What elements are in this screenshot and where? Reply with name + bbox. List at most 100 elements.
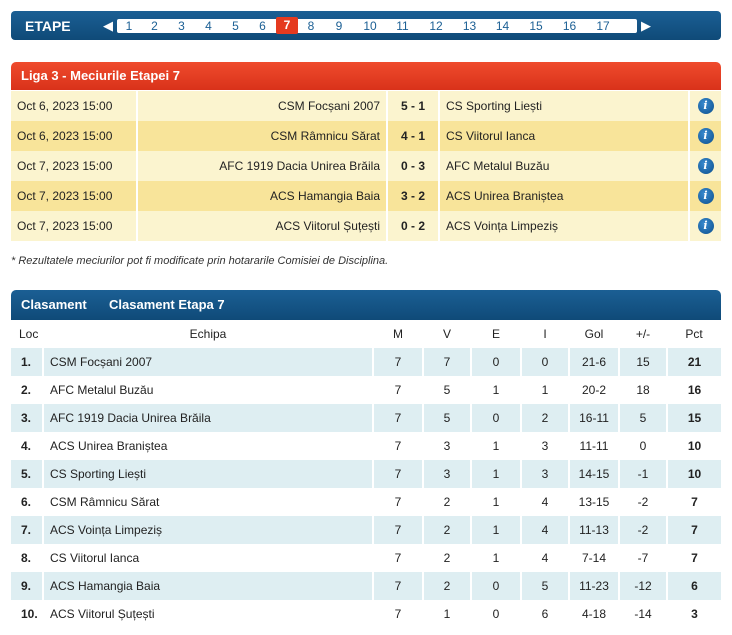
match-score: 0 - 3 — [387, 151, 440, 181]
match-score: 0 - 2 — [387, 211, 440, 241]
round-selector: 1 2 3 4 5 6 7 8 9 10 11 12 13 14 15 16 17 — [117, 17, 637, 34]
home-team: CSM Râmnicu Sărat — [137, 121, 388, 151]
round-6[interactable]: 6 — [249, 19, 276, 33]
home-team: ACS Viitorul Șuțești — [137, 211, 388, 241]
round-4[interactable]: 4 — [195, 19, 222, 33]
disclaimer-note: * Rezultatele meciurilor pot fi modifica… — [11, 255, 389, 267]
standings-row: 3. AFC 1919 Dacia Unirea Brăila 7 5 0 2 16-11 5… — [11, 404, 721, 432]
standings-played: 7 — [373, 600, 424, 628]
info-icon[interactable]: i — [697, 188, 714, 204]
home-team: ACS Hamangia Baia — [137, 181, 388, 211]
standings-row: 9. ACS Hamangia Baia 7 2 0 5 11-23 -12 6 — [11, 572, 721, 600]
next-round-arrow-icon[interactable]: ▶ — [639, 18, 653, 34]
info-icon[interactable]: i — [697, 98, 714, 114]
standings-goals: 7-14 — [569, 544, 620, 572]
standings-team: CSM Focșani 2007 — [43, 348, 374, 376]
standings-goal-diff: -12 — [619, 572, 668, 600]
standings-goal-diff: 15 — [619, 348, 668, 376]
standings-position: 8. — [11, 544, 44, 572]
standings-goals: 4-18 — [569, 600, 620, 628]
match-row: Oct 6, 2023 15:00 CSM Râmnicu Sărat 4 - 1C… — [11, 121, 721, 151]
standings-position: 7. — [11, 516, 44, 544]
standings-draws: 0 — [471, 348, 522, 376]
match-info-cell: i — [689, 181, 721, 211]
standings-played: 7 — [373, 460, 424, 488]
standings-position: 5. — [11, 460, 44, 488]
round-10[interactable]: 10 — [354, 19, 386, 33]
standings-played: 7 — [373, 376, 424, 404]
away-team: CS Viitorul Ianca — [439, 121, 690, 151]
standings-wins: 7 — [423, 348, 472, 376]
standings-wins: 2 — [423, 572, 472, 600]
standings-wins: 5 — [423, 404, 472, 432]
round-5[interactable]: 5 — [222, 19, 249, 33]
match-info-cell: i — [689, 151, 721, 181]
standings-position: 10. — [11, 600, 44, 628]
standings-points: 16 — [667, 376, 721, 404]
col-loc: Loc — [19, 327, 39, 341]
round-1[interactable]: 1 — [117, 19, 141, 33]
standings-points: 6 — [667, 572, 721, 600]
info-icon[interactable]: i — [697, 158, 714, 174]
standings-goal-diff: -14 — [619, 600, 668, 628]
away-team: CS Sporting Liești — [439, 91, 690, 121]
standings-goal-diff: -1 — [619, 460, 668, 488]
round-2[interactable]: 2 — [141, 19, 168, 33]
standings-team: ACS Viitorul Șuțești — [43, 600, 374, 628]
standings-goals: 20-2 — [569, 376, 620, 404]
round-7[interactable]: 7 — [276, 17, 298, 34]
standings-goals: 16-11 — [569, 404, 620, 432]
standings-wins: 5 — [423, 376, 472, 404]
round-15[interactable]: 15 — [519, 19, 553, 33]
standings-team: ACS Unirea Braniștea — [43, 432, 374, 460]
standings-losses: 3 — [521, 460, 570, 488]
round-11[interactable]: 11 — [386, 19, 419, 33]
col-diff: +/- — [635, 327, 651, 341]
results-title: Liga 3 - Meciurile Etapei 7 — [11, 62, 721, 90]
match-info-cell: i — [689, 121, 721, 151]
standings-losses: 1 — [521, 376, 570, 404]
match-date: Oct 7, 2023 15:00 — [11, 181, 138, 211]
round-3[interactable]: 3 — [168, 19, 195, 33]
standings-goal-diff: -2 — [619, 516, 668, 544]
standings-points: 7 — [667, 516, 721, 544]
away-team: AFC Metalul Buzău — [439, 151, 690, 181]
standings-goal-diff: 18 — [619, 376, 668, 404]
match-info-cell: i — [689, 211, 721, 241]
standings-row: 6. CSM Râmnicu Sărat 7 2 1 4 13-15 -2 7 — [11, 488, 721, 516]
info-icon[interactable]: i — [697, 218, 714, 234]
round-14[interactable]: 14 — [486, 19, 519, 33]
standings-row: 1. CSM Focșani 2007 7 7 0 0 21-6 15 21 — [11, 348, 721, 376]
standings-draws: 0 — [471, 600, 522, 628]
round-17[interactable]: 17 — [586, 19, 620, 33]
prev-round-arrow-icon[interactable]: ◀ — [101, 18, 115, 34]
round-8[interactable]: 8 — [298, 19, 324, 33]
info-icon[interactable]: i — [697, 128, 714, 144]
standings-played: 7 — [373, 488, 424, 516]
round-9[interactable]: 9 — [324, 19, 354, 33]
standings-wins: 2 — [423, 544, 472, 572]
standings-goal-diff: -2 — [619, 488, 668, 516]
standings-row: 2. AFC Metalul Buzău 7 5 1 1 20-2 18 16 — [11, 376, 721, 404]
standings-team: AFC 1919 Dacia Unirea Brăila — [43, 404, 374, 432]
standings-points: 21 — [667, 348, 721, 376]
tab-clasament-etapa[interactable]: Clasament Etapa 7 — [109, 290, 225, 320]
standings-losses: 2 — [521, 404, 570, 432]
round-12[interactable]: 12 — [419, 19, 453, 33]
tab-clasament[interactable]: Clasament — [11, 290, 109, 320]
col-e: E — [491, 327, 500, 341]
round-16[interactable]: 16 — [553, 19, 586, 33]
standings-points: 3 — [667, 600, 721, 628]
standings-wins: 1 — [423, 600, 472, 628]
standings-row: 7. ACS Voința Limpeziș 7 2 1 4 11-13 -2 7 — [11, 516, 721, 544]
standings-goals: 21-6 — [569, 348, 620, 376]
standings-goals: 11-23 — [569, 572, 620, 600]
standings-row: 8. CS Viitorul Ianca 7 2 1 4 7-14 -7 7 — [11, 544, 721, 572]
standings-wins: 3 — [423, 432, 472, 460]
standings-header: Clasament Clasament Etapa 7 — [11, 290, 721, 320]
standings-team: ACS Hamangia Baia — [43, 572, 374, 600]
away-team: ACS Voința Limpeziș — [439, 211, 690, 241]
home-team: AFC 1919 Dacia Unirea Brăila — [137, 151, 388, 181]
round-13[interactable]: 13 — [453, 19, 486, 33]
standings-played: 7 — [373, 572, 424, 600]
